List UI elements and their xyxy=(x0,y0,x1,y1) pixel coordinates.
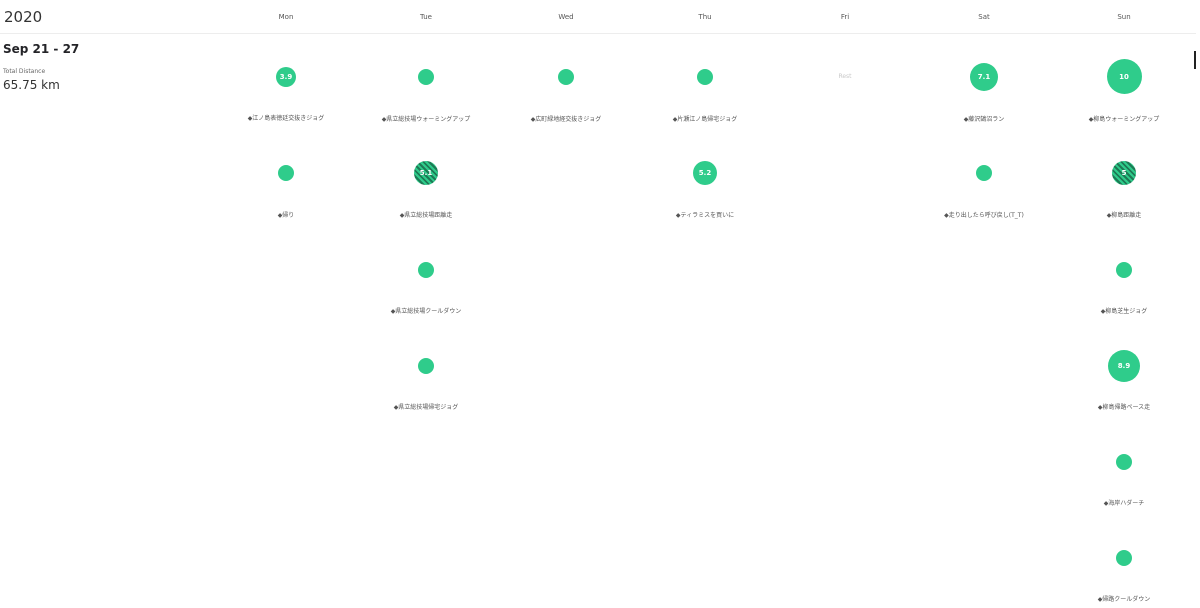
rest-label: Rest xyxy=(838,73,852,80)
activity-circle[interactable]: 8.9 xyxy=(1108,350,1140,382)
activity-circle[interactable]: 5.1 xyxy=(414,161,438,185)
activity-sat-1[interactable]: 7.1 ◆藤沢鵠沼ラン xyxy=(924,63,1044,123)
activity-sun-4[interactable]: 8.9 ◆柳島帰路ペース走 xyxy=(1064,350,1184,411)
activity-label[interactable]: ◆片瀬江ノ島帰宅ジョグ xyxy=(645,114,765,123)
activity-label[interactable]: ◆江ノ島表徳廷交抜きジョグ xyxy=(226,113,346,122)
activity-tue-3[interactable]: ◆県立総技場クールダウン xyxy=(366,262,486,315)
header-divider xyxy=(0,33,1196,34)
activity-label[interactable]: ◆県立総技場帰宅ジョグ xyxy=(366,402,486,411)
day-header-sat: Sat xyxy=(978,13,990,21)
activity-tue-2[interactable]: 5.1 ◆県立総技場距離走 xyxy=(366,161,486,219)
activity-sun-5[interactable]: ◆海岸ハダーチ xyxy=(1064,454,1184,507)
activity-circle[interactable] xyxy=(976,165,992,181)
activity-circle[interactable] xyxy=(1116,262,1132,278)
activity-label[interactable]: ◆藤沢鵠沼ラン xyxy=(924,114,1044,123)
year-label: 2020 xyxy=(4,8,43,26)
activity-circle[interactable] xyxy=(1116,550,1132,566)
activity-label[interactable]: ◆柳島距離走 xyxy=(1064,210,1184,219)
activity-circle[interactable]: 5 xyxy=(1112,161,1136,185)
activity-circle[interactable]: 5.2 xyxy=(693,161,717,185)
activity-label[interactable]: ◆柳島芝生ジョグ xyxy=(1064,306,1184,315)
activity-label[interactable]: ◆海岸ハダーチ xyxy=(1064,498,1184,507)
total-distance-value: 65.75 km xyxy=(3,78,60,92)
activity-wed-1[interactable]: ◆広町緑地経交抜きジョグ xyxy=(506,69,626,123)
activity-label[interactable]: ◆県立総技場ウォーミングアップ xyxy=(366,114,486,123)
activity-sat-2[interactable]: ◆走り出したら呼び戻し(T_T) xyxy=(924,165,1044,219)
activity-label[interactable]: ◆柳島ウォーミングアップ xyxy=(1064,114,1184,123)
activity-circle[interactable] xyxy=(418,69,434,85)
activity-circle[interactable] xyxy=(697,69,713,85)
activity-circle[interactable]: 7.1 xyxy=(970,63,998,91)
total-distance-label: Total Distance xyxy=(3,68,46,75)
day-header-sun: Sun xyxy=(1117,13,1131,21)
activity-circle[interactable] xyxy=(1116,454,1132,470)
activity-label[interactable]: ◆帰路クールダウン xyxy=(1064,594,1184,603)
activity-mon-1[interactable]: 3.9 ◆江ノ島表徳廷交抜きジョグ xyxy=(226,67,346,122)
activity-circle[interactable] xyxy=(418,358,434,374)
activity-label[interactable]: ◆走り出したら呼び戻し(T_T) xyxy=(924,210,1044,219)
activity-sun-6[interactable]: ◆帰路クールダウン xyxy=(1064,550,1184,603)
activity-circle[interactable]: 3.9 xyxy=(276,67,296,87)
day-header-thu: Thu xyxy=(698,13,712,21)
scroll-position-marker xyxy=(1194,51,1196,69)
day-header-wed: Wed xyxy=(558,13,574,21)
activity-circle[interactable] xyxy=(278,165,294,181)
activity-label[interactable]: ◆県立総技場クールダウン xyxy=(366,306,486,315)
activity-circle[interactable]: 10 xyxy=(1106,59,1142,94)
activity-sun-1[interactable]: 10 ◆柳島ウォーミングアップ xyxy=(1064,59,1184,123)
activity-label[interactable]: ◆広町緑地経交抜きジョグ xyxy=(506,114,626,123)
activity-label[interactable]: ◆県立総技場距離走 xyxy=(366,210,486,219)
activity-thu-2[interactable]: 5.2 ◆ティラミスを買いに xyxy=(645,161,765,219)
day-header-mon: Mon xyxy=(278,13,294,21)
activity-tue-1[interactable]: ◆県立総技場ウォーミングアップ xyxy=(366,69,486,123)
activity-label[interactable]: ◆柳島帰路ペース走 xyxy=(1064,402,1184,411)
activity-mon-2[interactable]: ◆帰り xyxy=(226,165,346,219)
week-range: Sep 21 - 27 xyxy=(3,42,80,56)
day-header-fri: Fri xyxy=(840,13,850,21)
activity-label[interactable]: ◆ティラミスを買いに xyxy=(645,210,765,219)
day-header-tue: Tue xyxy=(420,13,432,21)
activity-sun-3[interactable]: ◆柳島芝生ジョグ xyxy=(1064,262,1184,315)
activity-thu-1[interactable]: ◆片瀬江ノ島帰宅ジョグ xyxy=(645,69,765,123)
activity-circle[interactable] xyxy=(558,69,574,85)
activity-tue-4[interactable]: ◆県立総技場帰宅ジョグ xyxy=(366,358,486,411)
activity-circle[interactable] xyxy=(418,262,434,278)
activity-sun-2[interactable]: 5 ◆柳島距離走 xyxy=(1064,161,1184,219)
activity-label[interactable]: ◆帰り xyxy=(226,210,346,219)
